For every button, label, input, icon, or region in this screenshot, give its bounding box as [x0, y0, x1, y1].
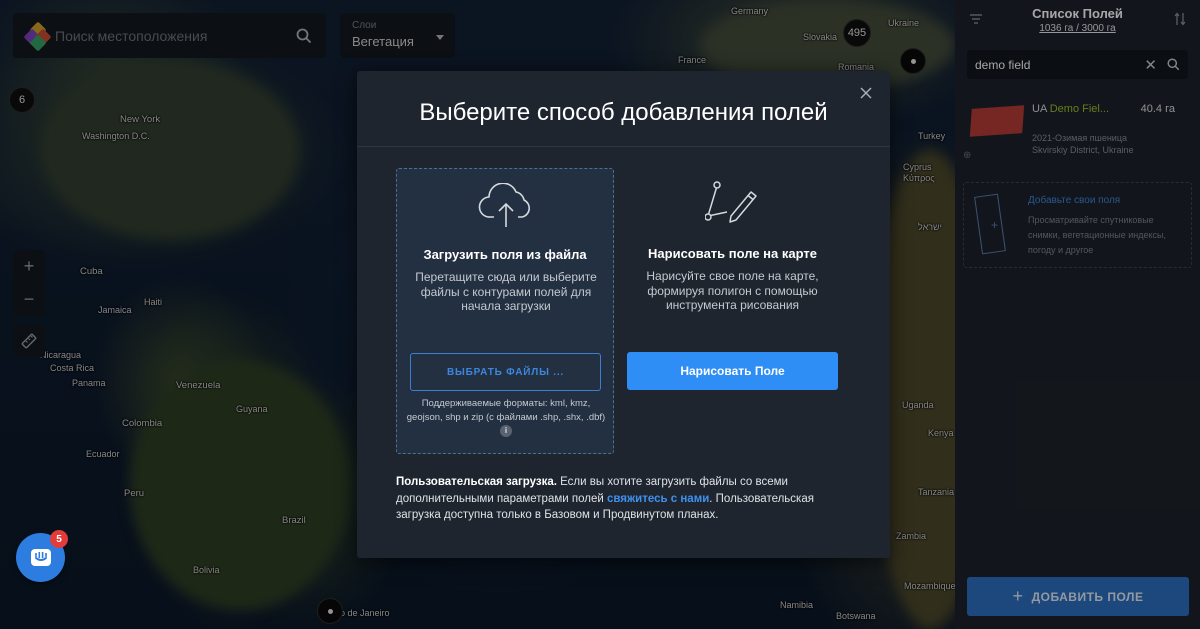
draw-field-button[interactable]: Нарисовать Поле — [627, 352, 838, 390]
draw-polygon-icon — [705, 181, 757, 223]
contact-us-link[interactable]: свяжитесь с нами — [607, 493, 709, 505]
draw-option: Нарисовать поле на карте Нарисуйте свое … — [627, 168, 838, 454]
upload-description: Перетащите сюда или выберите файлы с кон… — [415, 270, 597, 313]
upload-title: Загрузить поля из файла — [423, 247, 587, 262]
supported-formats: Поддерживаемые форматы: kml, kmz, geojso… — [403, 397, 609, 439]
custom-upload-title: Пользовательская загрузка. — [396, 476, 557, 488]
panel-backdrop — [955, 0, 1200, 629]
draw-title: Нарисовать поле на карте — [648, 246, 817, 261]
modal-title: Выберите способ добавления полей — [419, 99, 828, 126]
close-icon[interactable] — [859, 86, 873, 100]
upload-dropzone[interactable]: Загрузить поля из файла Перетащите сюда … — [396, 168, 614, 454]
add-fields-modal: Выберите способ добавления полей Загрузи… — [357, 71, 890, 558]
draw-description: Нарисуйте свое поле на карте, формируя п… — [646, 269, 819, 312]
chat-icon — [30, 548, 51, 566]
info-icon[interactable]: i — [500, 425, 512, 438]
chat-unread-badge: 5 — [50, 530, 68, 548]
modal-divider — [357, 146, 890, 147]
choose-files-button[interactable]: ВЫБРАТЬ ФАЙЛЫ ... — [410, 353, 601, 391]
custom-upload-note: Пользовательская загрузка. Если вы хотит… — [396, 474, 856, 524]
cloud-upload-icon — [478, 183, 530, 227]
supported-formats-text: Поддерживаемые форматы: kml, kmz, geojso… — [406, 398, 606, 423]
